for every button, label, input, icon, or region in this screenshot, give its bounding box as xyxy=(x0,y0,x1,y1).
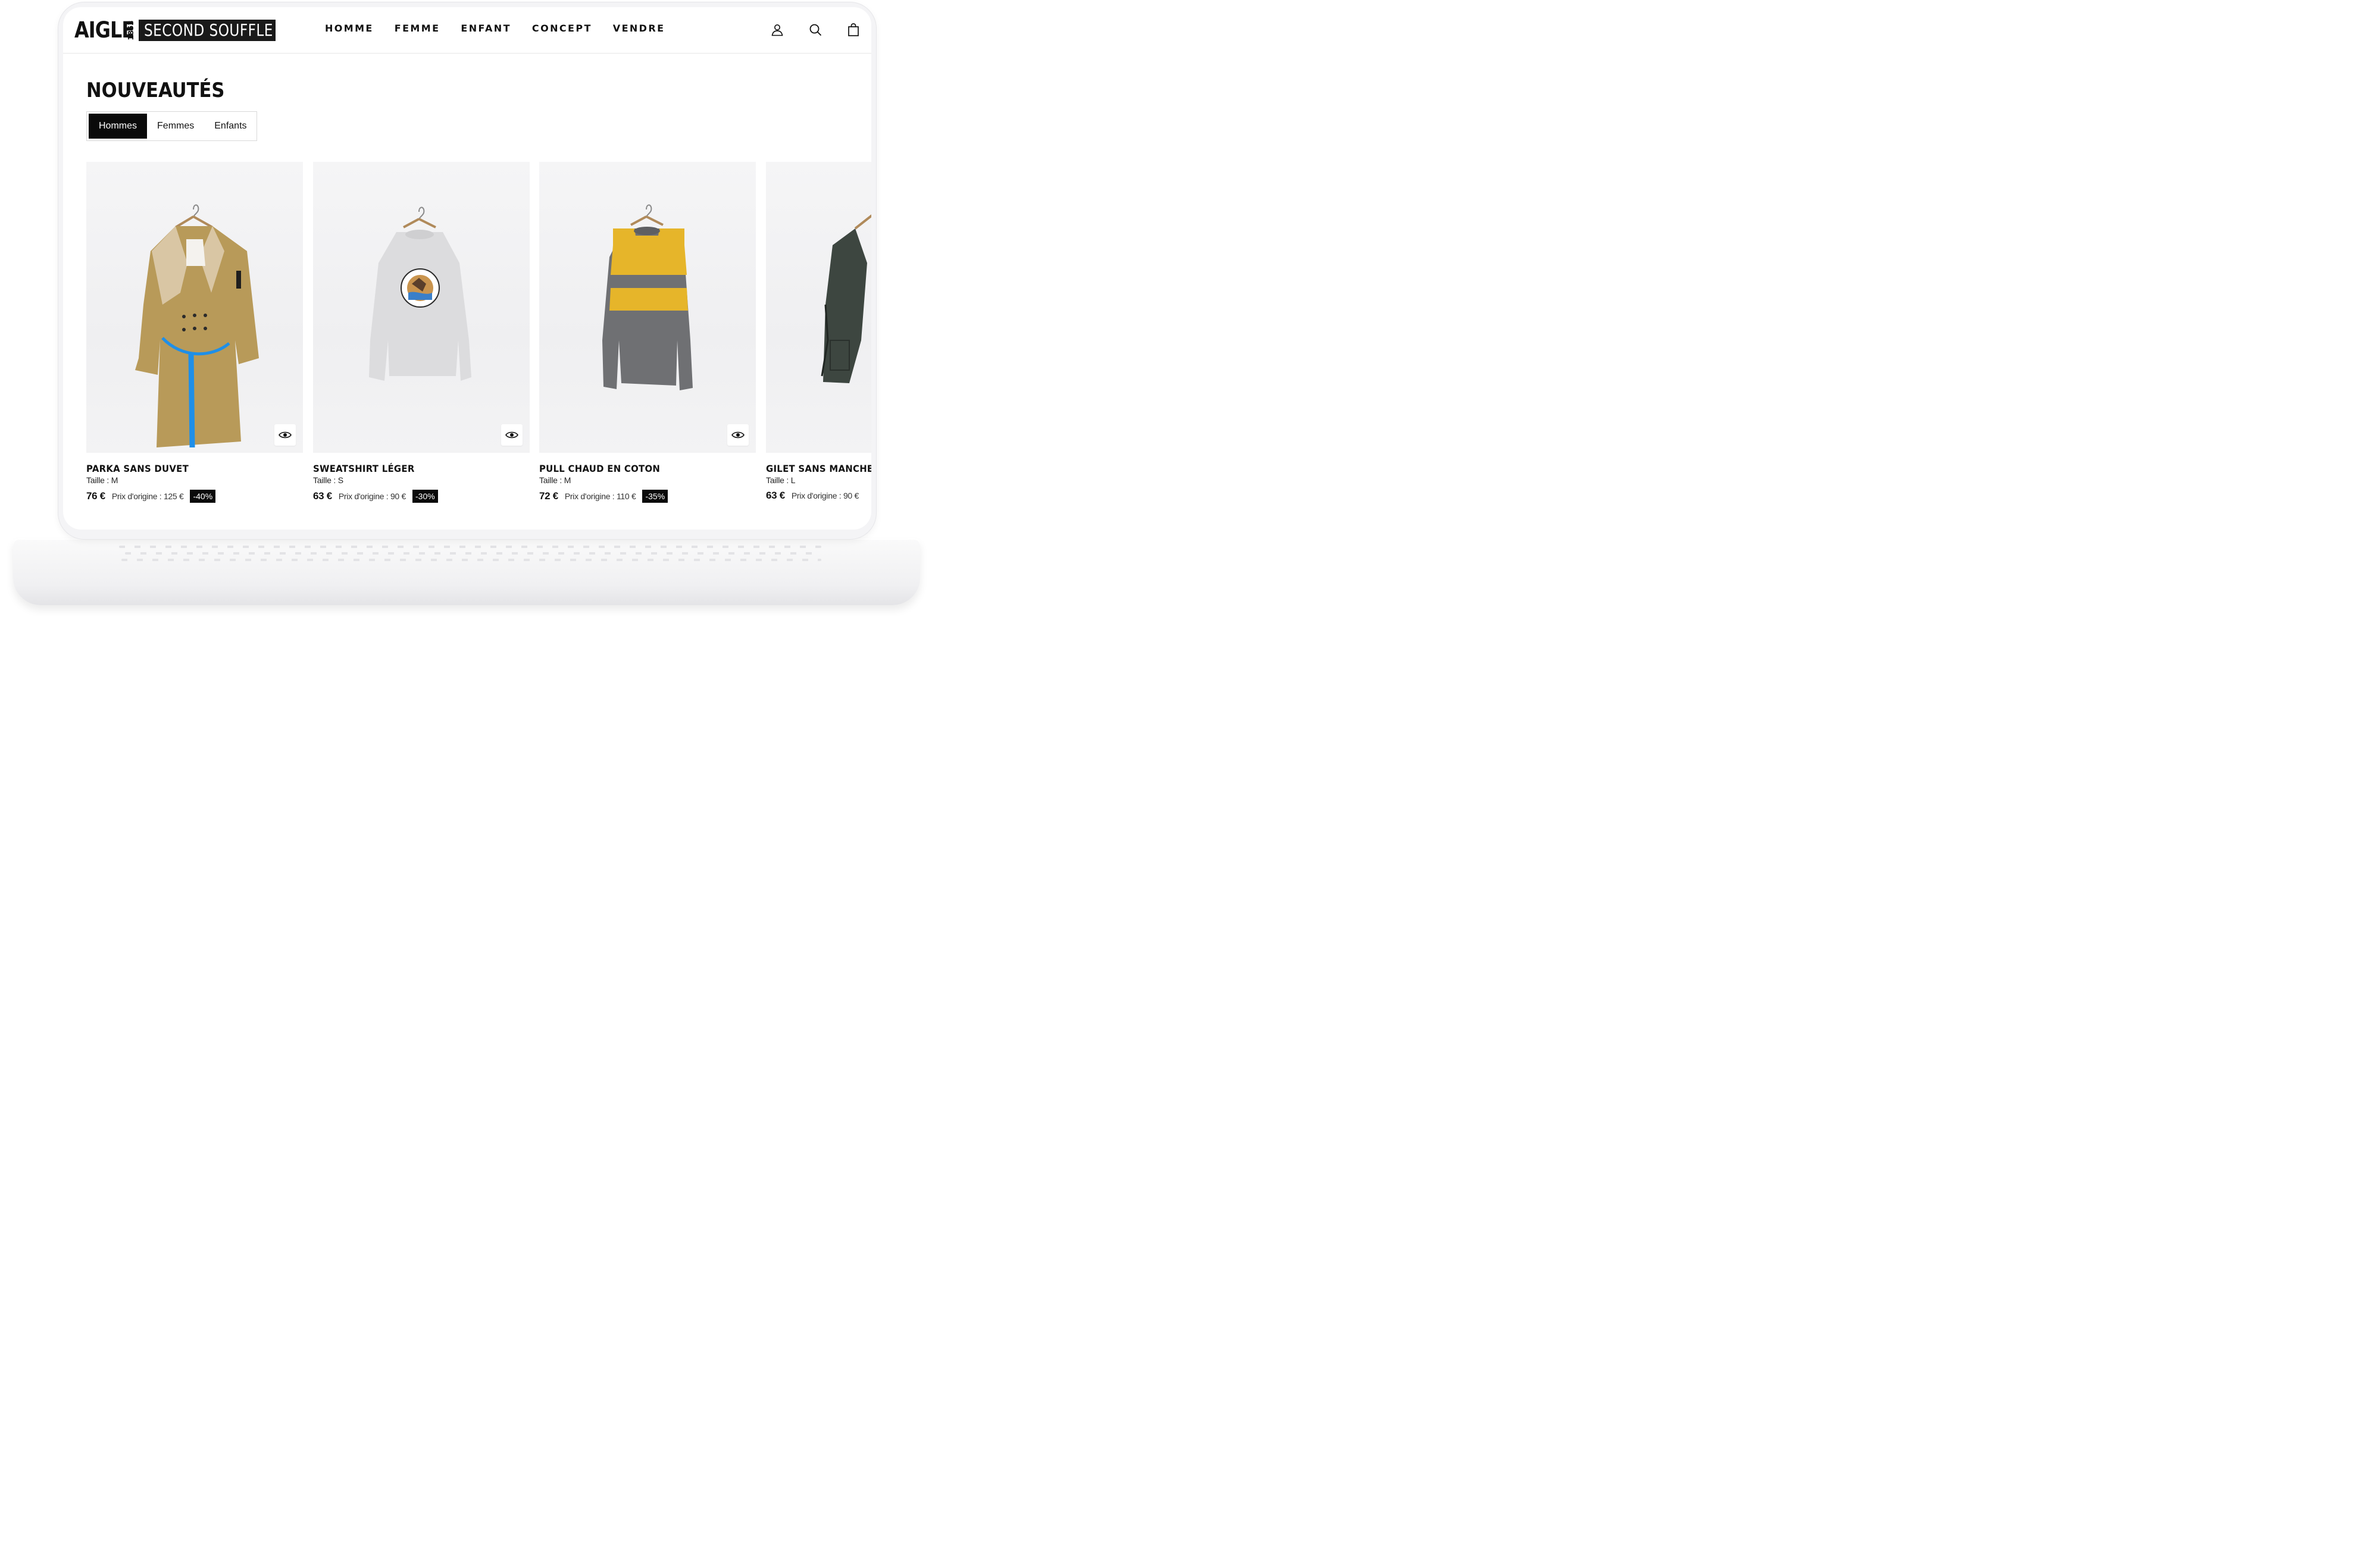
product-name[interactable]: GILET SANS MANCHES xyxy=(766,463,871,474)
sweatshirt-illustration xyxy=(369,206,471,381)
logo-brand: AIGLE xyxy=(74,17,135,43)
product-image-sweater[interactable] xyxy=(539,162,756,453)
product-price: 76 € xyxy=(86,490,105,502)
eye-icon xyxy=(279,431,292,439)
sweater-illustration xyxy=(602,204,693,390)
product-name[interactable]: PULL CHAUD EN COTON xyxy=(539,463,741,474)
product-price: 63 € xyxy=(766,490,785,501)
original-price: Prix d'origine : 90 € xyxy=(338,491,406,501)
product-size: Taille : M xyxy=(539,475,571,485)
search-icon[interactable] xyxy=(808,23,822,37)
header-icons xyxy=(746,23,861,37)
nav-concept[interactable]: CONCEPT xyxy=(532,22,592,35)
tab-femmes[interactable]: Femmes xyxy=(147,114,204,139)
nav-vendre[interactable]: VENDRE xyxy=(613,22,665,35)
tab-enfants[interactable]: Enfants xyxy=(204,114,257,139)
user-icon[interactable] xyxy=(770,23,784,37)
tab-hommes[interactable]: Hommes xyxy=(89,114,148,139)
main-nav: HOMME FEMME ENFANT CONCEPT VENDRE xyxy=(325,22,686,35)
original-price: Prix d'origine : 110 € xyxy=(564,491,636,501)
product-image-coat[interactable] xyxy=(86,162,303,453)
page-title: NOUVEAUTÉS xyxy=(86,79,225,102)
screen: AIGLE 1853 SECOND SOUFFLE HOMME FEMME EN… xyxy=(63,7,871,530)
product-card[interactable]: SWEATSHIRT LÉGER Taille : S 63 € Prix d'… xyxy=(313,162,530,503)
eye-icon xyxy=(731,431,745,439)
product-size: Taille : L xyxy=(766,475,796,485)
site-header: AIGLE 1853 SECOND SOUFFLE HOMME FEMME EN… xyxy=(63,7,871,54)
product-name[interactable]: PARKA SANS DUVET xyxy=(86,463,288,474)
original-price: Prix d'origine : 90 € xyxy=(791,491,859,500)
price-row: 63 € Prix d'origine : 90 € xyxy=(766,490,871,502)
discount-badge: -35% xyxy=(642,490,668,503)
product-image-vest[interactable] xyxy=(766,162,871,453)
quick-view-button[interactable] xyxy=(501,424,523,446)
product-image-sweatshirt[interactable] xyxy=(313,162,530,453)
product-price: 63 € xyxy=(313,490,332,502)
logo-tagline: SECOND SOUFFLE xyxy=(139,20,276,41)
product-card[interactable]: GILET SANS MANCHES Taille : L 63 € Prix … xyxy=(766,162,871,502)
keyboard-illustration xyxy=(119,541,821,565)
discount-badge: -40% xyxy=(190,490,216,503)
nav-enfant[interactable]: ENFANT xyxy=(461,22,511,35)
price-row: 76 € Prix d'origine : 125 € -40% xyxy=(86,490,303,503)
eye-icon xyxy=(505,431,518,439)
coat-illustration xyxy=(135,204,259,448)
logo-year: 1853 xyxy=(127,20,135,40)
price-row: 63 € Prix d'origine : 90 € -30% xyxy=(313,490,530,503)
price-row: 72 € Prix d'origine : 110 € -35% xyxy=(539,490,756,503)
product-name[interactable]: SWEATSHIRT LÉGER xyxy=(313,463,515,474)
product-size: Taille : S xyxy=(313,475,343,485)
quick-view-button[interactable] xyxy=(727,424,749,446)
discount-badge: -30% xyxy=(412,490,438,503)
nav-homme[interactable]: HOMME xyxy=(325,22,374,35)
product-card[interactable]: PULL CHAUD EN COTON Taille : M 72 € Prix… xyxy=(539,162,756,503)
product-size: Taille : M xyxy=(86,475,118,485)
logo[interactable]: AIGLE 1853 SECOND SOUFFLE xyxy=(74,19,276,42)
original-price: Prix d'origine : 125 € xyxy=(111,491,184,501)
product-card[interactable]: PARKA SANS DUVET Taille : M 76 € Prix d'… xyxy=(86,162,303,503)
category-tabs: Hommes Femmes Enfants xyxy=(86,111,257,141)
quick-view-button[interactable] xyxy=(274,424,296,446)
product-price: 72 € xyxy=(539,490,558,502)
vest-illustration xyxy=(821,214,871,383)
nav-femme[interactable]: FEMME xyxy=(395,22,440,35)
shopping-bag-icon[interactable] xyxy=(846,23,861,37)
